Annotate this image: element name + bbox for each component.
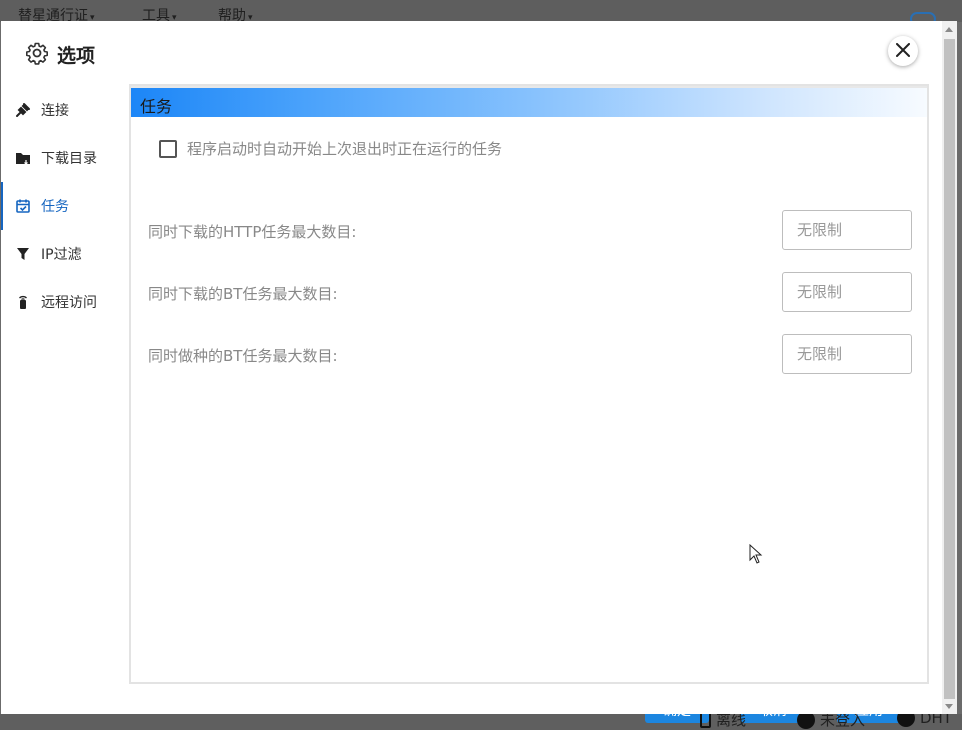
calendar-check-icon — [15, 198, 31, 214]
scroll-thumb[interactable] — [944, 39, 955, 699]
dialog-scrollbar[interactable] — [942, 21, 957, 714]
max-http-tasks-label: 同时下载的HTTP任务最大数目: — [148, 223, 357, 241]
scroll-up-icon[interactable] — [945, 27, 953, 32]
autostart-label: 程序启动时自动开始上次退出时正在运行的任务 — [187, 140, 503, 158]
max-bt-download-label: 同时下载的BT任务最大数目: — [148, 285, 338, 303]
autostart-checkbox[interactable] — [159, 139, 177, 158]
dialog-title: 选项 — [57, 45, 96, 67]
sidebar-item-label: 远程访问 — [41, 295, 97, 311]
section-header: 任务 — [131, 86, 927, 117]
gear-icon — [25, 41, 49, 65]
sidebar-item-connection[interactable]: 连接 — [1, 86, 129, 134]
sidebar-item-label: IP过滤 — [41, 247, 82, 263]
sidebar-item-tasks[interactable]: 任务 — [1, 182, 129, 230]
options-sidebar: 连接 下载目录 任务 IP过滤 远程访问 — [1, 86, 129, 326]
remote-icon — [15, 294, 31, 310]
max-http-tasks-input[interactable] — [782, 210, 912, 250]
mouse-cursor-icon — [749, 543, 763, 568]
filter-icon — [15, 246, 31, 262]
tasks-panel: 任务 程序启动时自动开始上次退出时正在运行的任务 同时下载的HTTP任务最大数目… — [129, 84, 929, 684]
sidebar-item-download-dir[interactable]: 下载目录 — [1, 134, 129, 182]
sidebar-item-label: 任务 — [41, 199, 69, 215]
close-button[interactable] — [888, 36, 918, 66]
close-icon — [896, 42, 910, 61]
scroll-down-icon[interactable] — [945, 704, 953, 709]
dialog-header: 选项 — [1, 21, 942, 85]
sidebar-item-label: 连接 — [41, 103, 69, 119]
plug-icon — [15, 102, 31, 118]
sidebar-item-label: 下载目录 — [41, 151, 97, 167]
section-title: 任务 — [140, 97, 173, 116]
max-bt-seeding-label: 同时做种的BT任务最大数目: — [148, 347, 338, 365]
sidebar-item-ip-filter[interactable]: IP过滤 — [1, 230, 129, 278]
max-bt-download-input[interactable] — [782, 272, 912, 312]
autostart-row[interactable]: 程序启动时自动开始上次退出时正在运行的任务 — [159, 138, 502, 159]
options-dialog: 选项 连接 下载目录 任务 IP过滤 远程访问 任务 程序启动时自动开始上次退出… — [1, 21, 942, 714]
sidebar-item-remote-access[interactable]: 远程访问 — [1, 278, 129, 326]
max-bt-seeding-input[interactable] — [782, 334, 912, 374]
folder-icon — [15, 150, 31, 166]
